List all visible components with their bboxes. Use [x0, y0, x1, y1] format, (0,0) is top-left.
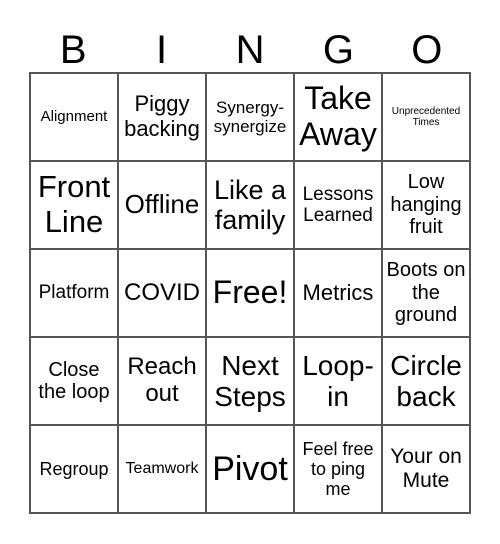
cell-text: Alignment: [40, 107, 108, 125]
bingo-cell[interactable]: Synergy-synergize: [206, 73, 294, 161]
bingo-cell[interactable]: Regroup: [30, 425, 118, 513]
bingo-cell[interactable]: Circle back: [382, 337, 470, 425]
cell-text: Teamwork: [125, 460, 199, 478]
cell-text: Take Away: [299, 80, 377, 152]
bingo-cell[interactable]: Feel free to ping me: [294, 425, 382, 513]
header-letter-i: I: [156, 28, 168, 72]
bingo-cell[interactable]: Lessons Learned: [294, 161, 382, 249]
header-letter-g: G: [322, 28, 354, 72]
cell-text: Metrics: [302, 279, 374, 305]
bingo-cell[interactable]: Your on Mute: [382, 425, 470, 513]
cell-text: Feel free to ping me: [302, 438, 374, 500]
cell-text: Boots on the ground: [386, 259, 466, 327]
bingo-cell[interactable]: Unprecedented Times: [382, 73, 470, 161]
bingo-cell[interactable]: Platform: [30, 249, 118, 337]
cell-text: Synergy-synergize: [213, 97, 287, 136]
cell-text: Offline: [124, 189, 200, 220]
cell-text: Close the loop: [38, 358, 110, 403]
cell-text: Piggy backing: [124, 91, 200, 141]
header-letter-b: B: [59, 28, 87, 72]
bingo-cell[interactable]: Piggy backing: [118, 73, 206, 161]
bingo-cell[interactable]: Reach out: [118, 337, 206, 425]
bingo-cell[interactable]: Take Away: [294, 73, 382, 161]
cell-text: Your on Mute: [390, 445, 462, 492]
bingo-cell[interactable]: Offline: [118, 161, 206, 249]
bingo-cell[interactable]: Boots on the ground: [382, 249, 470, 337]
bingo-cell[interactable]: Close the loop: [30, 337, 118, 425]
bingo-cell[interactable]: Metrics: [294, 249, 382, 337]
bingo-grid: Alignment Piggy backing Synergy-synergize T…: [29, 72, 471, 514]
bingo-cell[interactable]: Front Line: [30, 161, 118, 249]
bingo-cell[interactable]: COVID: [118, 249, 206, 337]
bingo-cell[interactable]: Free!: [206, 249, 294, 337]
bingo-cell[interactable]: Teamwork: [118, 425, 206, 513]
cell-text: Regroup: [39, 458, 109, 479]
bingo-cell[interactable]: Alignment: [30, 73, 118, 161]
cell-text: Like a family: [213, 174, 287, 235]
bingo-header: B I N G O: [29, 26, 471, 74]
cell-text: Lessons Learned: [302, 183, 374, 226]
cell-text: Unprecedented Times: [391, 105, 461, 128]
header-letter-o: O: [411, 28, 443, 72]
cell-text: Pivot: [212, 449, 288, 488]
bingo-cell[interactable]: Like a family: [206, 161, 294, 249]
header-letter-n: N: [235, 28, 265, 72]
bingo-cell[interactable]: Low hanging fruit: [382, 161, 470, 249]
cell-text: Front Line: [37, 169, 111, 239]
bingo-cell[interactable]: Pivot: [206, 425, 294, 513]
cell-text: Loop-in: [302, 349, 374, 412]
cell-text: Next Steps: [214, 349, 286, 412]
cell-text: Free!: [212, 274, 288, 311]
bingo-cell[interactable]: Loop-in: [294, 337, 382, 425]
cell-text: Platform: [38, 282, 110, 304]
cell-text: Reach out: [127, 353, 197, 407]
cell-text: Low hanging fruit: [390, 171, 462, 239]
cell-text: Circle back: [390, 349, 462, 412]
bingo-cell[interactable]: Next Steps: [206, 337, 294, 425]
cell-text: COVID: [123, 278, 200, 306]
